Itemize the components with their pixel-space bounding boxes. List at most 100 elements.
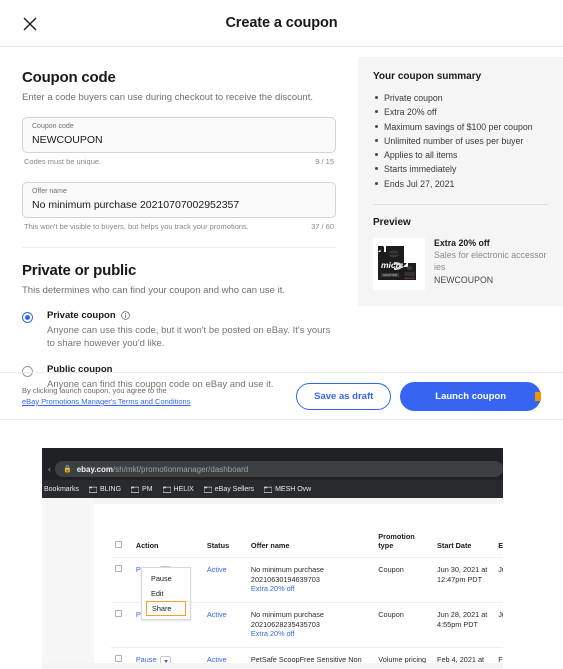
preview-texts: Extra 20% off Sales for electronic acces… — [434, 238, 548, 290]
header-offer-name: Offer name — [250, 541, 290, 551]
bookmarks-label: Bookmarks — [44, 485, 80, 493]
coupon-code-description: Enter a code buyers can use during check… — [22, 92, 313, 103]
bookmark-item[interactable]: MESH Ovw — [263, 485, 312, 493]
list-item: Unlimited number of uses per buyer — [373, 134, 548, 148]
row-status-cell: Active — [202, 557, 247, 603]
coupon-code-input[interactable]: Coupon code NEWCOUPON — [22, 116, 336, 153]
list-item: Private coupon — [373, 91, 548, 105]
list-item: Applies to all items — [373, 148, 548, 162]
bookmark-item[interactable]: eBay Sellers — [203, 485, 255, 493]
header-start-date: Start Date — [437, 541, 472, 551]
header-promotion-type: Promotion type — [378, 532, 415, 551]
row-end-cell: Ju at PD — [494, 557, 503, 603]
list-item: Extra 20% off — [373, 105, 548, 119]
row-checkbox-cell — [111, 557, 132, 603]
row-offer-cell: No minimum purchase 20210628235435703 Ex… — [246, 602, 375, 648]
bookmark-label: HELIX — [173, 485, 194, 493]
select-all-header — [111, 528, 132, 558]
privacy-heading: Private or public — [22, 261, 137, 279]
preview-code: NEWCOUPON — [434, 274, 494, 285]
section-divider — [22, 246, 336, 248]
row-checkbox-cell — [111, 602, 132, 648]
info-icon[interactable] — [120, 310, 130, 320]
folder-icon — [263, 486, 273, 493]
coupon-code-footer: Codes must be unique. 9 / 15 — [24, 157, 334, 166]
dashboard-left-rail — [42, 498, 94, 669]
modal-body: Coupon code Enter a code buyers can use … — [0, 47, 563, 406]
bookmark-label: PM — [142, 485, 153, 493]
promotions-table-wrap: Action Status Offer name Promotion type … — [111, 528, 503, 669]
row-checkbox[interactable] — [115, 654, 122, 662]
row-checkbox[interactable] — [115, 610, 122, 618]
microsd-card-adapter-image: micro ADAPTER — [373, 237, 425, 290]
browser-address-bar[interactable]: ‹ 🔒 ebay.com/sh/mkt/promotionmanager/das… — [42, 458, 503, 480]
status-badge[interactable]: Active — [207, 610, 227, 619]
offer-name-helper: This won't be visible to buyers, but hel… — [24, 221, 249, 231]
preview-title: Preview — [373, 216, 411, 228]
offer-name-input[interactable]: Offer name No minimum purchase 202107070… — [22, 181, 336, 218]
lock-icon: 🔒 — [63, 466, 72, 473]
terms-link[interactable]: eBay Promotions Manager's Terms and Cond… — [22, 397, 190, 406]
modal-header: Create a coupon — [0, 0, 563, 47]
coupon-code-label: Coupon code — [32, 122, 74, 130]
bookmark-label: eBay Sellers — [214, 485, 255, 493]
browser-tabstrip — [42, 448, 503, 458]
summary-divider — [373, 203, 548, 205]
bookmarks-bar: Bookmarks BLING PM HELIX eBay Sellers ME… — [42, 480, 503, 498]
summary-list: Private coupon Extra 20% off Maximum sav… — [373, 91, 548, 191]
row-end-cell: Ju at PD — [494, 602, 503, 648]
offer-name-label: Offer name — [32, 187, 67, 195]
header-end-date: En — [498, 541, 503, 551]
offer-name: No minimum purchase 20210628235435703 — [250, 610, 324, 629]
browser-viewport: Action Status Offer name Promotion type … — [42, 498, 503, 669]
list-item: Ends Jul 27, 2021 — [373, 177, 548, 191]
offer-name-footer: This won't be visible to buyers, but hel… — [24, 222, 334, 231]
page-title: Create a coupon — [225, 15, 338, 31]
coupon-code-helper: Codes must be unique. — [24, 156, 102, 166]
preview-row: micro ADAPTER Extra 20% off Sales for el… — [373, 237, 548, 290]
table-header-row: Action Status Offer name Promotion type … — [111, 528, 503, 558]
offer-sub[interactable]: Extra 20% off — [251, 629, 370, 639]
url-field[interactable]: 🔒 ebay.com/sh/mkt/promotionmanager/dashb… — [55, 461, 503, 477]
preview-headline: Extra 20% off — [434, 237, 490, 248]
bookmark-item[interactable]: HELIX — [162, 485, 194, 493]
save-as-draft-button[interactable]: Save as draft — [296, 382, 392, 410]
offer-name-counter: 37 / 60 — [311, 221, 334, 231]
legal-text: By clicking launch coupon, you agree to … — [22, 385, 190, 408]
bookmark-item[interactable]: PM — [130, 485, 153, 493]
launch-coupon-label: Launch coupon — [435, 390, 506, 402]
bookmark-label: BLING — [100, 485, 122, 493]
action-dropdown-menu: Pause Edit Share — [141, 567, 191, 620]
header-status: Status — [206, 541, 230, 551]
row-checkbox[interactable] — [115, 565, 122, 573]
promotions-card: Action Status Offer name Promotion type … — [94, 504, 503, 669]
url-path: /sh/mkt/promotionmanager/dashboard — [113, 464, 249, 474]
dropdown-item-share[interactable]: Share — [146, 601, 186, 616]
url-domain: ebay.com — [76, 464, 114, 474]
bookmark-label: MESH Ovw — [275, 485, 312, 493]
row-offer-cell: No minimum purchase 20210630194639703 Ex… — [246, 557, 375, 603]
summary-column: Your coupon summary Private coupon Extra… — [358, 47, 563, 406]
private-coupon-label: Private coupon — [47, 309, 116, 321]
chevron-left-icon[interactable]: ‹ — [48, 464, 51, 474]
status-badge[interactable]: Active — [207, 565, 227, 574]
offer-name-value: No minimum purchase 20210707002952357 — [32, 199, 240, 212]
radio-option-private[interactable]: Private coupon Anyone can use this code,… — [22, 310, 336, 351]
coupon-summary-card: Your coupon summary Private coupon Extra… — [358, 57, 563, 306]
viewport-bottom-edge — [42, 663, 503, 669]
dropdown-item-edit[interactable]: Edit — [142, 586, 190, 601]
private-coupon-radio[interactable] — [22, 311, 33, 323]
close-icon[interactable] — [22, 16, 38, 32]
private-coupon-texts: Private coupon Anyone can use this code,… — [47, 310, 336, 351]
dropdown-item-pause[interactable]: Pause — [142, 571, 190, 586]
coupon-code-counter: 9 / 15 — [315, 156, 334, 166]
row-status-cell: Active — [202, 602, 247, 648]
bookmark-item[interactable]: BLING — [88, 485, 122, 493]
launch-coupon-button[interactable]: Launch coupon — [400, 381, 541, 411]
annotation-marker — [535, 391, 541, 401]
header-action: Action — [135, 541, 159, 551]
browser-screenshot: ‹ 🔒 ebay.com/sh/mkt/promotionmanager/das… — [42, 448, 503, 669]
offer-sub[interactable]: Extra 20% off — [251, 584, 370, 594]
select-all-checkbox[interactable] — [115, 541, 122, 549]
coupon-code-heading: Coupon code — [22, 69, 116, 86]
